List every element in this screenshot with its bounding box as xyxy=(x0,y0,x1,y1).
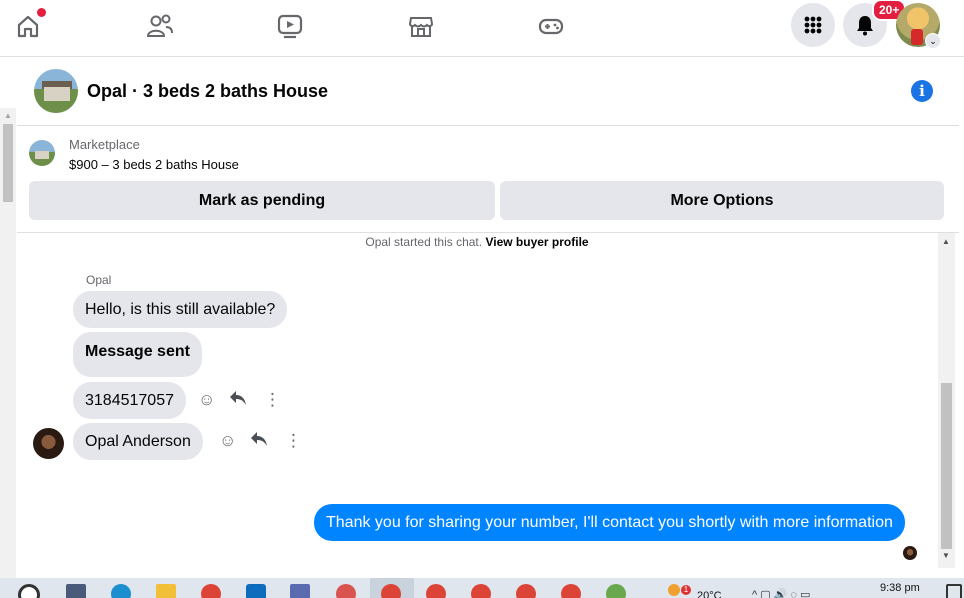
chat-header: Opal · 3 beds 2 baths House i xyxy=(17,57,959,126)
marketplace-listing-panel: Marketplace $900 – 3 beds 2 baths House … xyxy=(17,126,959,233)
listing-photo[interactable] xyxy=(34,69,78,113)
grid-menu-icon[interactable] xyxy=(791,3,835,47)
message-bubble-incoming[interactable]: Message sent xyxy=(73,332,202,377)
chrome-icon[interactable] xyxy=(561,584,581,598)
conversation-area: Opal started this chat. View buyer profi… xyxy=(17,233,937,578)
temperature[interactable]: 20°C xyxy=(697,590,722,598)
paint-icon[interactable] xyxy=(606,584,626,598)
notifications-icon[interactable] xyxy=(946,584,962,598)
marketplace-icon[interactable] xyxy=(403,10,439,42)
listing-price-title[interactable]: $900 – 3 beds 2 baths House xyxy=(69,157,239,172)
scrollbar-thumb[interactable] xyxy=(941,383,952,549)
folder-icon[interactable] xyxy=(156,584,176,598)
marketplace-label: Marketplace xyxy=(69,137,140,152)
system-tray-icons[interactable]: ^ ▢ 🔊 ◌ ▭ xyxy=(752,588,810,598)
react-icon[interactable]: ☺ xyxy=(198,390,215,410)
react-icon[interactable]: ☺ xyxy=(219,431,236,451)
chrome-icon[interactable] xyxy=(471,584,491,598)
clock-time[interactable]: 9:38 pm xyxy=(880,582,920,594)
mark-as-pending-button[interactable]: Mark as pending xyxy=(29,181,495,220)
chat-started-notice: Opal started this chat. View buyer profi… xyxy=(17,235,937,249)
more-options-button[interactable]: More Options xyxy=(500,181,944,220)
reply-icon[interactable] xyxy=(229,390,247,411)
chat-title[interactable]: Opal · 3 beds 2 baths House xyxy=(87,81,328,102)
outlook-icon[interactable] xyxy=(246,584,266,598)
page-scrollbar[interactable]: ▲ xyxy=(0,108,16,578)
view-buyer-profile-link[interactable]: View buyer profile xyxy=(485,235,588,249)
sender-name: Opal xyxy=(86,273,112,287)
chrome-icon[interactable] xyxy=(516,584,536,598)
weather-icon[interactable] xyxy=(668,584,680,596)
windows-taskbar: 1 20°C ^ ▢ 🔊 ◌ ▭ 9:38 pm xyxy=(0,578,964,598)
message-bubble-outgoing[interactable]: Thank you for sharing your number, I'll … xyxy=(314,504,905,541)
more-actions-icon[interactable]: ⋮ xyxy=(285,431,302,451)
listing-thumbnail[interactable] xyxy=(29,140,55,166)
chrome-icon[interactable] xyxy=(201,584,221,598)
scroll-down-icon[interactable]: ▼ xyxy=(942,551,950,560)
message-bubble-incoming[interactable]: Hello, is this still available? xyxy=(73,291,288,328)
friends-icon[interactable] xyxy=(142,10,178,42)
chevron-down-icon[interactable]: ⌄ xyxy=(925,33,941,49)
printer-icon[interactable] xyxy=(66,584,86,598)
scroll-up-icon[interactable]: ▲ xyxy=(4,111,12,120)
chrome-icon[interactable] xyxy=(426,584,446,598)
notification-dot xyxy=(37,8,46,17)
app-icon[interactable] xyxy=(336,584,356,598)
gaming-icon[interactable] xyxy=(533,10,569,42)
weather-badge: 1 xyxy=(681,585,691,595)
chrome-icon[interactable] xyxy=(381,584,401,598)
seen-indicator-avatar xyxy=(903,546,917,560)
more-actions-icon[interactable]: ⋮ xyxy=(264,390,281,410)
app-icon[interactable] xyxy=(290,584,310,598)
message-bubble-incoming[interactable]: Opal Anderson xyxy=(73,423,203,460)
edge-icon[interactable] xyxy=(111,584,131,598)
message-bubble-incoming[interactable]: 3184517057 xyxy=(73,382,186,419)
start-icon[interactable] xyxy=(18,584,40,598)
info-icon[interactable]: i xyxy=(911,80,933,102)
conversation-scrollbar[interactable]: ▲ ▼ xyxy=(938,233,955,568)
watch-icon[interactable] xyxy=(272,10,308,42)
scroll-up-icon[interactable]: ▲ xyxy=(942,237,950,246)
top-navigation: 20+ ⌄ xyxy=(0,0,964,57)
started-text: Opal started this chat. xyxy=(365,235,483,249)
sender-avatar[interactable] xyxy=(33,428,64,459)
scrollbar-thumb[interactable] xyxy=(3,124,13,202)
reply-icon[interactable] xyxy=(250,431,268,452)
